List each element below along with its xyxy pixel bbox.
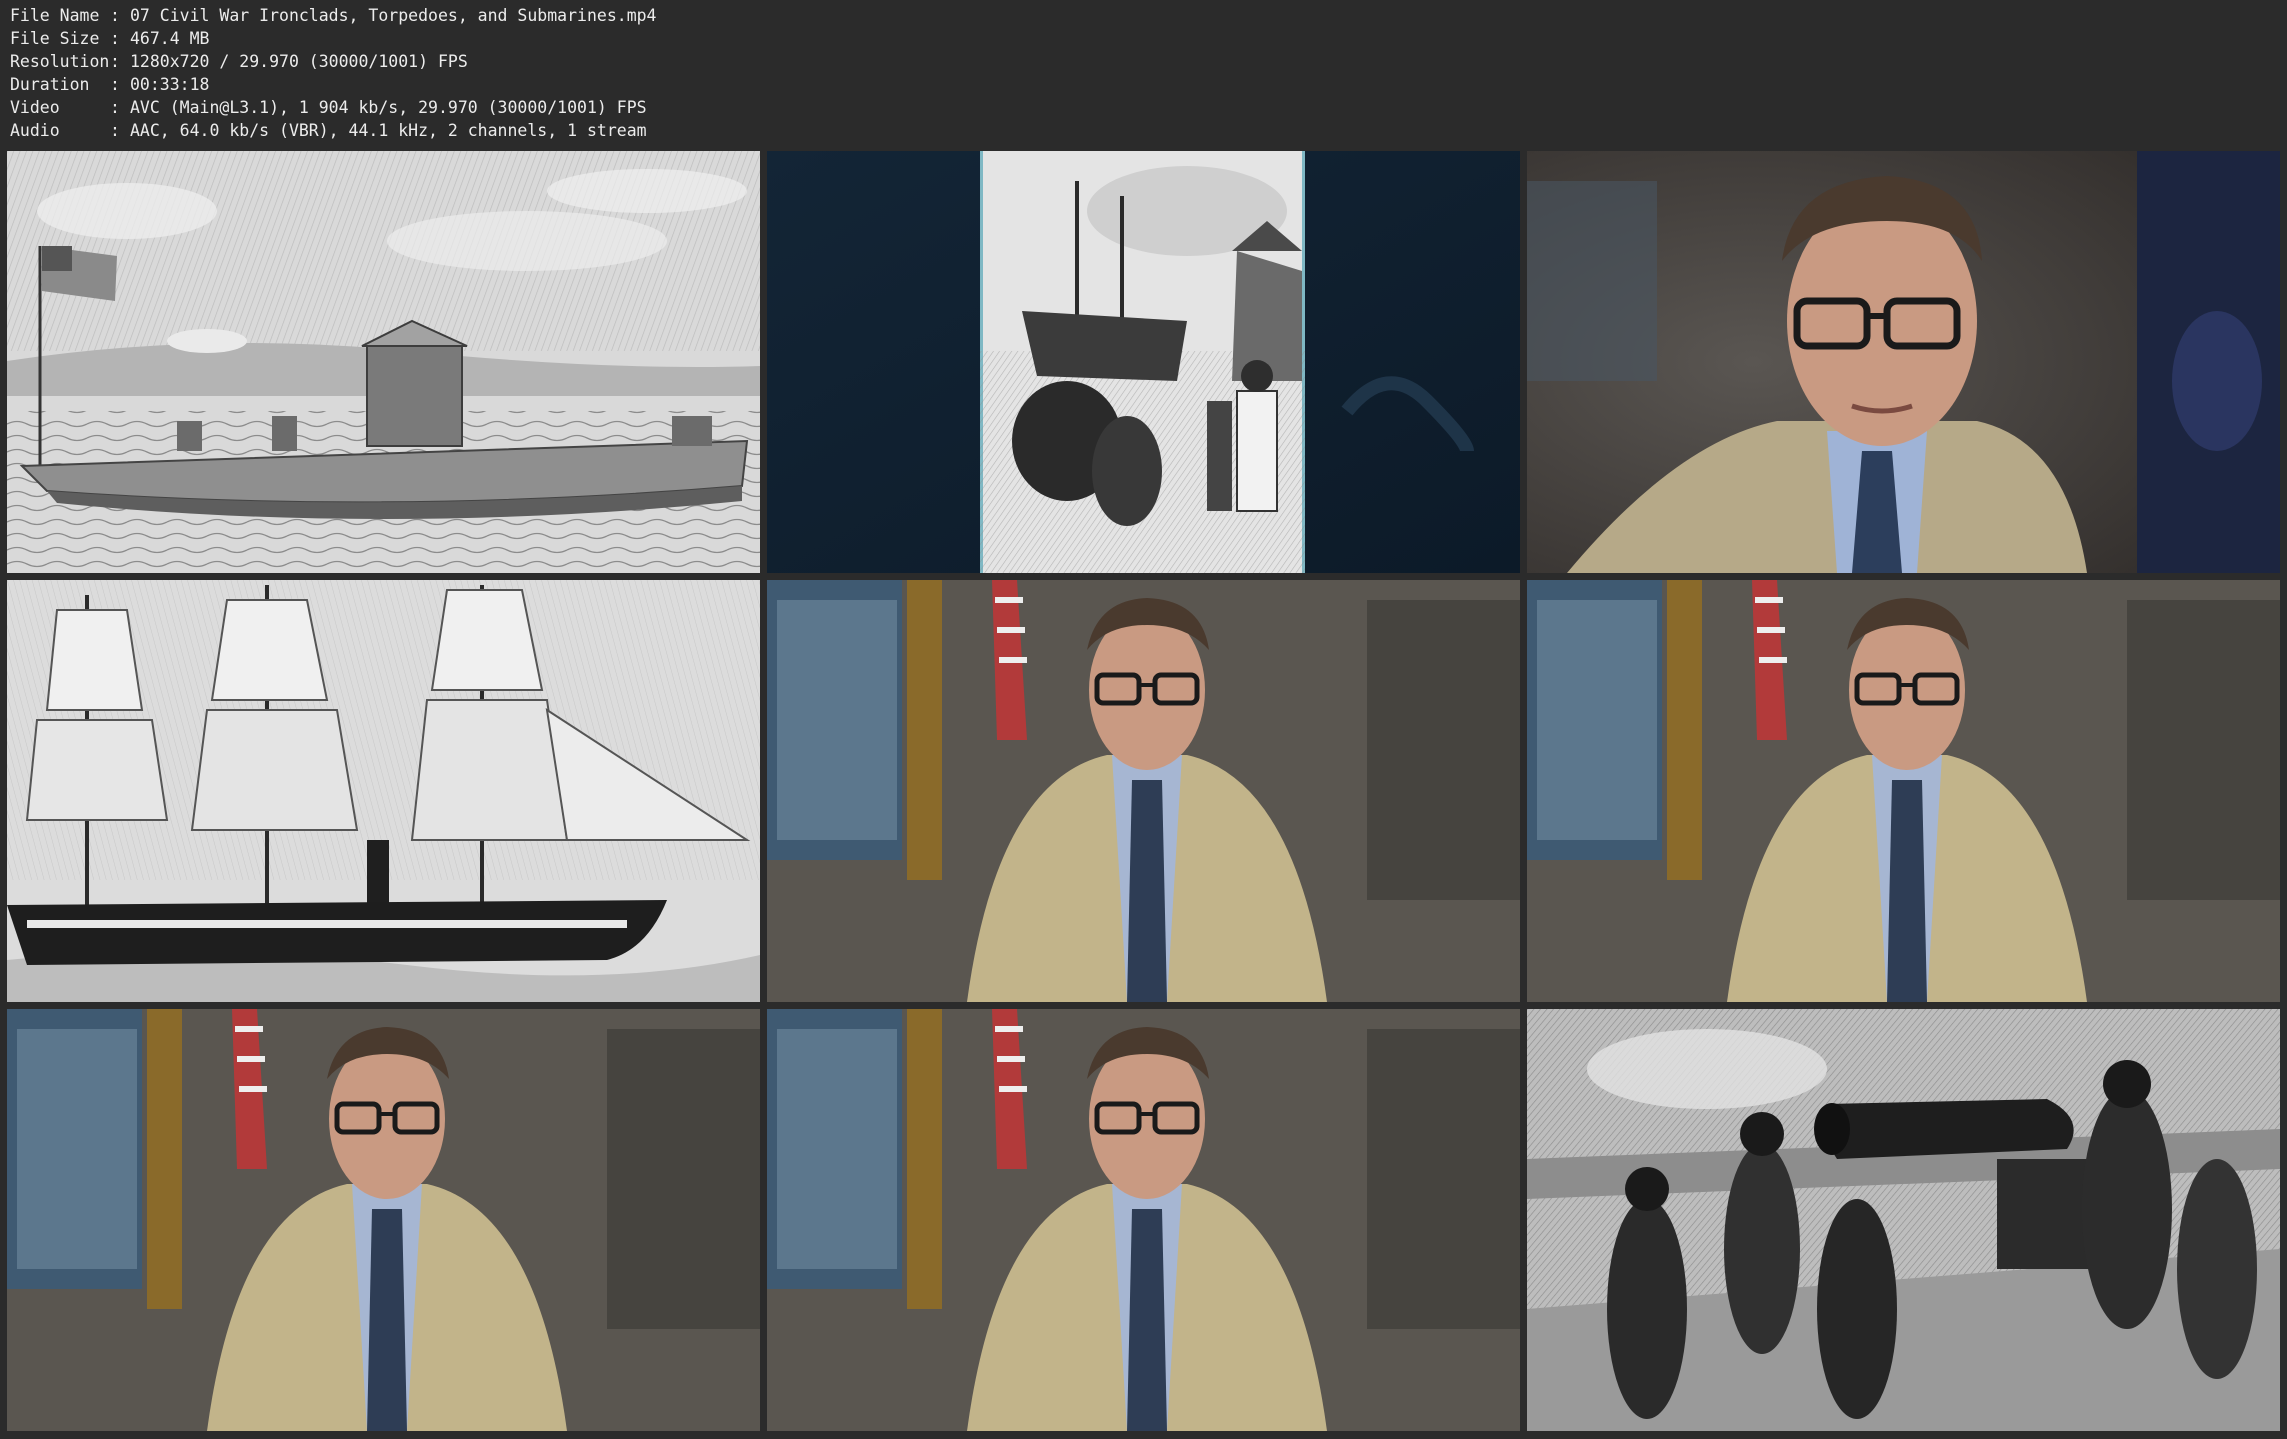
file-info-panel: File Name : 07 Civil War Ironclads, Torp… <box>10 4 910 142</box>
file-info-value: AVC (Main@L3.1), 1 904 kb/s, 29.970 (300… <box>130 98 647 117</box>
file-info-separator: : <box>110 75 120 94</box>
file-info-separator: : <box>110 6 120 25</box>
file-info-value: 00:33:18 <box>130 75 210 94</box>
file-info-value: 467.4 MB <box>130 29 210 48</box>
thumbnail-ships-landing-illustration <box>767 151 1520 573</box>
file-info-key: Duration <box>10 75 90 94</box>
file-info-separator: : <box>110 98 120 117</box>
file-info-row-audio: Audio : AAC, 64.0 kb/s (VBR), 44.1 kHz, … <box>10 119 910 142</box>
file-info-value: AAC, 64.0 kb/s (VBR), 44.1 kHz, 2 channe… <box>130 121 647 140</box>
thumbnail-presenter-speaking-2 <box>1527 580 2280 1002</box>
file-info-separator: : <box>110 52 120 71</box>
thumbnail-naval-cannon-engraving <box>1527 1009 2280 1431</box>
file-info-key: Audio <box>10 121 60 140</box>
file-info-separator: : <box>110 121 120 140</box>
file-info-value: 1280x720 / 29.970 (30000/1001) FPS <box>130 52 468 71</box>
file-info-row-video: Video : AVC (Main@L3.1), 1 904 kb/s, 29.… <box>10 96 910 119</box>
thumbnail-presenter-speaking-3 <box>7 1009 760 1431</box>
thumbnail-presenter-speaking-4 <box>767 1009 1520 1431</box>
file-info-value: 07 Civil War Ironclads, Torpedoes, and S… <box>130 6 657 25</box>
file-info-row-resolution: Resolution : 1280x720 / 29.970 (30000/10… <box>10 50 910 73</box>
thumbnail-presenter-speaking-1 <box>767 580 1520 1002</box>
file-info-key: File Size <box>10 29 100 48</box>
thumbnail-steam-frigate-engraving <box>7 580 760 1002</box>
thumbnail-ironclad-monitor-engraving <box>7 151 760 573</box>
thumbnail-presenter-closeup <box>1527 151 2280 573</box>
file-info-row-duration: Duration : 00:33:18 <box>10 73 910 96</box>
file-info-key: Resolution <box>10 52 110 71</box>
file-info-row-filename: File Name : 07 Civil War Ironclads, Torp… <box>10 4 910 27</box>
file-info-separator: : <box>110 29 120 48</box>
thumbnail-grid <box>7 151 2281 1432</box>
file-info-key: Video <box>10 98 60 117</box>
file-info-key: File Name <box>10 6 100 25</box>
file-info-row-filesize: File Size : 467.4 MB <box>10 27 910 50</box>
